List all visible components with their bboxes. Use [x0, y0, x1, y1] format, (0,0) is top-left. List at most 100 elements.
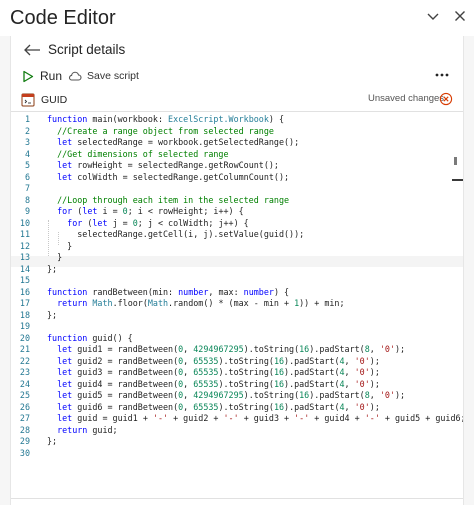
more-icon[interactable]: [434, 67, 450, 83]
code-token: let: [47, 160, 78, 170]
line-number: 11: [19, 229, 30, 239]
code-token: let: [47, 355, 78, 366]
script-details-panel: Script details Run Save script GUID Unsa…: [10, 36, 464, 505]
code-text: let guid = guid1 + '-' + guid2 + '-' + g…: [47, 413, 463, 425]
line-number: 27: [19, 413, 30, 423]
line-number: 18: [19, 309, 30, 320]
code-token: let: [47, 171, 78, 182]
code-token: ).padStart(: [309, 344, 365, 354]
code-text: function guid() {: [47, 333, 133, 345]
code-line: 15: [11, 275, 463, 287]
chevron-down-icon[interactable]: [424, 7, 442, 25]
code-token: ).padStart(: [284, 401, 340, 412]
code-token: ,: [344, 378, 355, 389]
code-token: ,: [369, 390, 380, 400]
code-token: );: [369, 355, 380, 366]
app-title: Code Editor: [10, 7, 116, 29]
code-token: rowHeight = selectedRange.getRowCount();: [77, 160, 279, 170]
code-token: }: [47, 240, 73, 251]
code-text: let guid6 = randBetween(0, 65535).toStri…: [47, 402, 380, 414]
discard-icon[interactable]: [439, 92, 453, 106]
save-script-button[interactable]: Save script: [68, 68, 139, 84]
code-token: )) + min;: [299, 298, 345, 308]
code-text: return guid;: [47, 425, 118, 437]
code-token: 65535: [193, 401, 219, 412]
code-token: ).toString(: [243, 344, 300, 354]
code-token: ; j < colWidth; j++) {: [137, 217, 249, 228]
line-number: 12: [19, 240, 30, 251]
code-text: selectedRange.getCell(i, j).setValue(gui…: [47, 229, 304, 241]
code-token: ,: [183, 401, 194, 412]
code-token: '0': [354, 367, 370, 377]
back-arrow-icon[interactable]: [22, 43, 42, 57]
code-token: for: [47, 217, 88, 228]
code-token: let: [47, 401, 78, 412]
code-token: .random() * (max - min +: [168, 298, 295, 308]
script-name: GUID: [21, 92, 67, 108]
line-number: 13: [19, 252, 30, 262]
line-number: 2: [24, 125, 30, 136]
code-text: return Math.floor(Math.random() * (max -…: [47, 298, 345, 310]
code-token: i =: [102, 206, 123, 216]
code-editor[interactable]: 1 function main(workbook: ExcelScript.Wor…: [11, 111, 463, 499]
code-text: let guid3 = randBetween(0, 65535).toStri…: [47, 367, 380, 379]
code-token: '-': [152, 413, 169, 423]
code-line: 17 return Math.floor(Math.random() * (ma…: [11, 298, 463, 310]
code-token: }: [47, 252, 63, 262]
code-token: ,: [369, 344, 380, 354]
code-text: for (let j = 0; j < colWidth; j++) {: [47, 218, 249, 230]
code-token: + guid2 +: [168, 413, 224, 423]
code-text: //Get dimensions of selected range: [47, 149, 228, 161]
code-line: 5 let rowHeight = selectedRange.getRowCo…: [11, 160, 463, 172]
close-icon[interactable]: [451, 7, 469, 25]
title-bar: Code Editor: [0, 0, 474, 36]
code-token: guid = guid1 +: [77, 413, 153, 423]
line-number: 22: [19, 355, 30, 366]
script-name-label: GUID: [41, 94, 68, 106]
code-token: , max:: [208, 286, 244, 297]
code-token: };: [47, 436, 58, 446]
line-number: 30: [19, 447, 30, 458]
code-token: '0': [354, 401, 370, 412]
code-token: ).padStart(: [284, 378, 340, 389]
code-token: ,: [183, 355, 194, 366]
code-token: + guid5 + guid6;: [379, 413, 463, 423]
code-line: 24 let guid4 = randBetween(0, 65535).toS…: [11, 379, 463, 391]
code-token: function: [47, 286, 93, 297]
code-line: 3 let selectedRange = workbook.getSelect…: [11, 137, 463, 149]
code-token: 16: [273, 355, 285, 366]
code-token: function: [47, 332, 93, 343]
code-token: 65535: [193, 355, 219, 366]
code-token: 16: [273, 378, 285, 389]
code-token: 65535: [193, 378, 219, 389]
code-token: 4294967295: [193, 390, 244, 400]
code-text: let rowHeight = selectedRange.getRowCoun…: [47, 160, 279, 172]
line-number: 26: [19, 401, 30, 412]
code-token: ,: [344, 367, 355, 377]
code-token: ExcelScript.Workbook: [168, 114, 269, 124]
code-line: 22 let guid2 = randBetween(0, 65535).toS…: [11, 356, 463, 368]
code-text: for (let i = 0; i < rowHeight; i++) {: [47, 206, 244, 218]
code-token: selectedRange.getCell(i, j).setValue(gui…: [47, 229, 305, 239]
code-token: ,: [183, 367, 194, 377]
code-line: 7: [11, 183, 463, 195]
run-button[interactable]: Run: [22, 68, 62, 84]
code-token: ; i < rowHeight; i++) {: [127, 206, 244, 216]
code-token: 16: [299, 390, 310, 400]
code-text: //Create a range object from selected ra…: [47, 126, 274, 138]
code-token: let: [82, 206, 103, 216]
code-token: let: [92, 217, 113, 228]
code-token: guid1 = randBetween(: [77, 344, 179, 354]
code-text: function main(workbook: ExcelScript.Work…: [47, 114, 284, 126]
code-text: }: [47, 252, 62, 264]
code-token: guid5 = randBetween(: [77, 390, 179, 400]
code-text: };: [47, 310, 57, 322]
code-line: 2 //Create a range object from selected …: [11, 126, 463, 138]
line-number: 14: [19, 263, 30, 274]
line-number: 23: [19, 367, 30, 377]
line-number: 16: [19, 286, 30, 297]
page-title: Script details: [48, 42, 126, 57]
code-line: 19: [11, 321, 463, 333]
code-line: 10 for (let j = 0; j < colWidth; j++) {: [11, 218, 463, 230]
code-token: for: [47, 206, 78, 216]
